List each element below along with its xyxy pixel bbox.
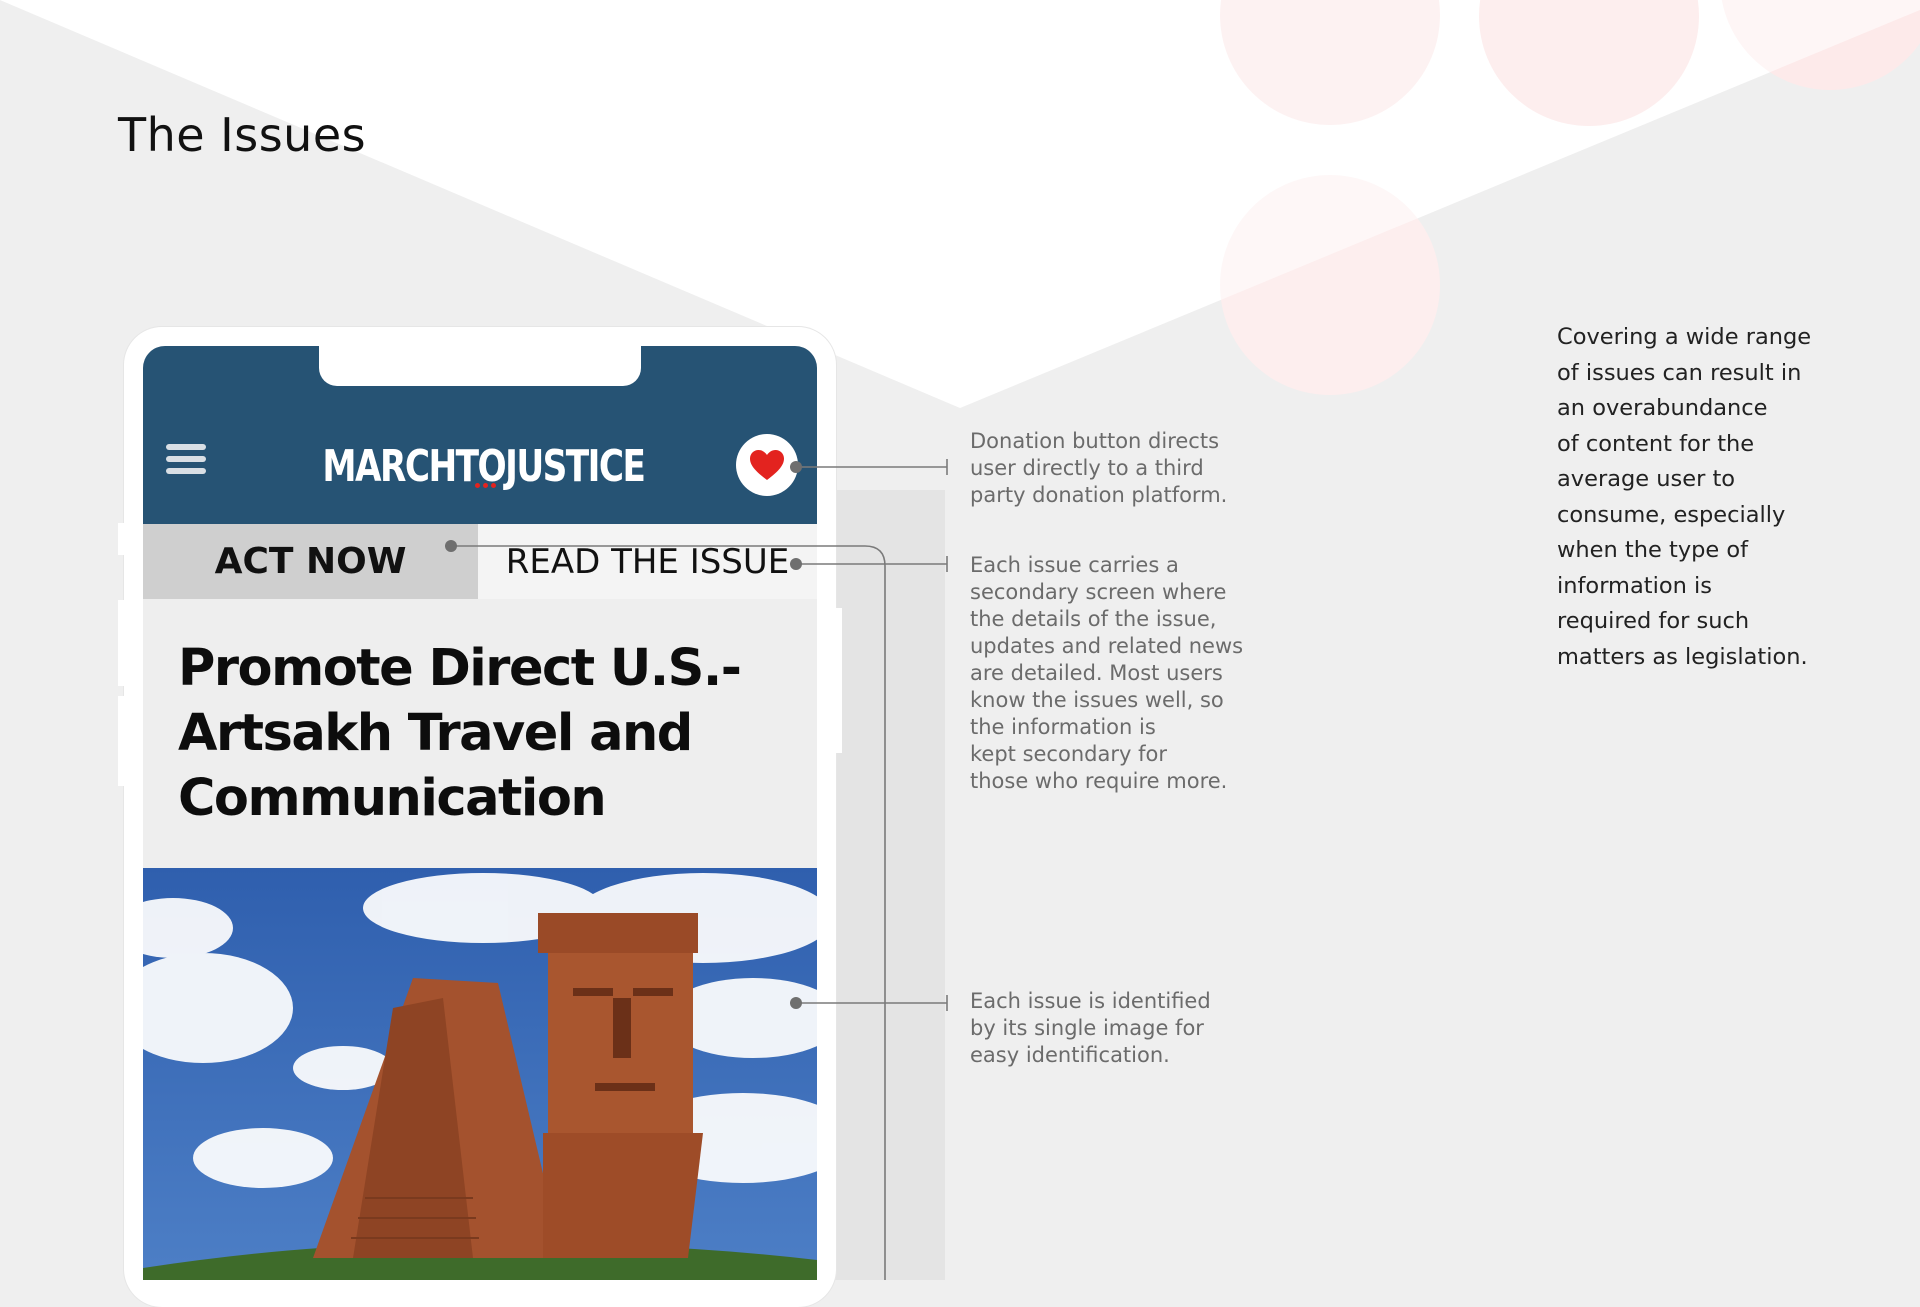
tab-act-now[interactable]: ACT NOW (143, 524, 478, 599)
annotation-line: kept secondary for (970, 742, 1167, 766)
heart-icon (750, 450, 784, 480)
side-note-line: Covering a wide range (1557, 324, 1812, 350)
annotation-line: party donation platform. (970, 483, 1228, 507)
issue-image[interactable] (143, 868, 817, 1280)
phone-frame-edge (118, 523, 144, 555)
annotation-line: updates and related news (970, 634, 1244, 658)
phone-notch (319, 346, 641, 386)
tab-read-the-issue[interactable]: READ THE ISSUE (478, 524, 817, 599)
brand-logo[interactable]: MARCHTOJUSTICE (322, 431, 646, 501)
tab-read-the-issue-label: READ THE ISSUE (505, 541, 790, 582)
phone-screen: MARCHTOJUSTICE ACT NOW READ THE ISSUE Pr… (143, 346, 817, 1280)
annotation-line: easy identification. (970, 1043, 1170, 1067)
issue-title-line: Artsakh Travel and (178, 704, 693, 763)
side-note-line: consume, especially (1557, 501, 1786, 528)
issue-title-line: Promote Direct U.S.- (178, 639, 742, 698)
side-note-line: information is (1557, 572, 1712, 599)
annotation-line: are detailed. Most users (970, 661, 1223, 685)
page-title: The Issues (118, 108, 367, 162)
annotation-secondary-screen: Each issue carries a secondary screen wh… (970, 552, 1243, 795)
annotation-image: Each issue is identified by its single i… (970, 988, 1211, 1069)
brand-dots (475, 483, 497, 489)
tab-act-now-label: ACT NOW (214, 541, 407, 582)
side-note-line: average user to (1557, 466, 1736, 492)
app-header: MARCHTOJUSTICE (143, 346, 817, 524)
side-note-line: matters as legislation. (1557, 643, 1808, 670)
annotation-line: by its single image for (970, 1016, 1204, 1040)
side-note-line: an overabundance (1557, 395, 1768, 421)
donate-button[interactable] (736, 434, 798, 496)
annotation-donation: Donation button directs user directly to… (970, 428, 1227, 509)
side-note-line: of content for the (1557, 430, 1755, 457)
annotation-line: know the issues well, so (970, 688, 1224, 712)
annotation-line: secondary screen where (970, 580, 1227, 604)
side-note: Covering a wide range of issues can resu… (1557, 320, 1811, 675)
side-note-line: when the type of (1557, 537, 1749, 563)
phone-frame-edge (118, 600, 144, 686)
annotation-line: the information is (970, 715, 1156, 739)
annotation-line: Each issue is identified (970, 989, 1211, 1013)
annotation-line: user directly to a third (970, 456, 1204, 480)
side-note-line: of issues can result in (1557, 359, 1802, 386)
side-note-line: required for such (1557, 608, 1750, 634)
annotation-line: those who require more. (970, 769, 1228, 793)
issue-title-line: Communication (178, 769, 607, 828)
hamburger-menu-icon[interactable] (166, 444, 206, 478)
issue-title[interactable]: Promote Direct U.S.- Artsakh Travel and … (178, 636, 778, 831)
annotation-line: Each issue carries a (970, 553, 1179, 577)
phone-frame-edge (118, 696, 144, 786)
annotation-line: the details of the issue, (970, 607, 1217, 631)
annotation-line: Donation button directs (970, 429, 1220, 453)
phone-frame-edge (816, 608, 842, 753)
